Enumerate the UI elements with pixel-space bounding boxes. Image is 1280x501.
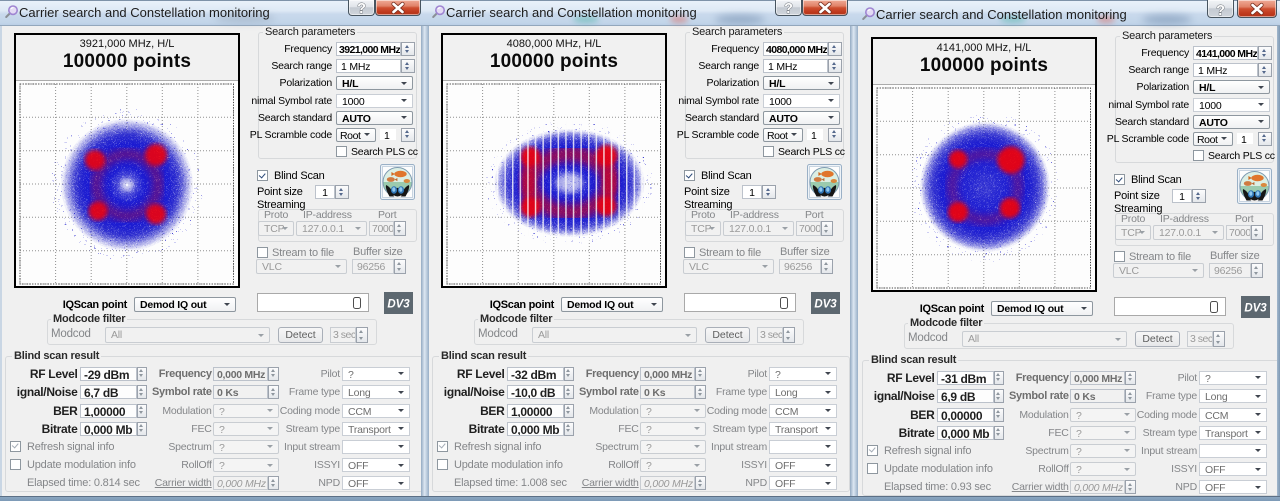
svg-text:DV3: DV3 [1244,303,1267,315]
svg-text:DV3: DV3 [814,299,837,311]
svg-text:DV3: DV3 [387,299,410,311]
